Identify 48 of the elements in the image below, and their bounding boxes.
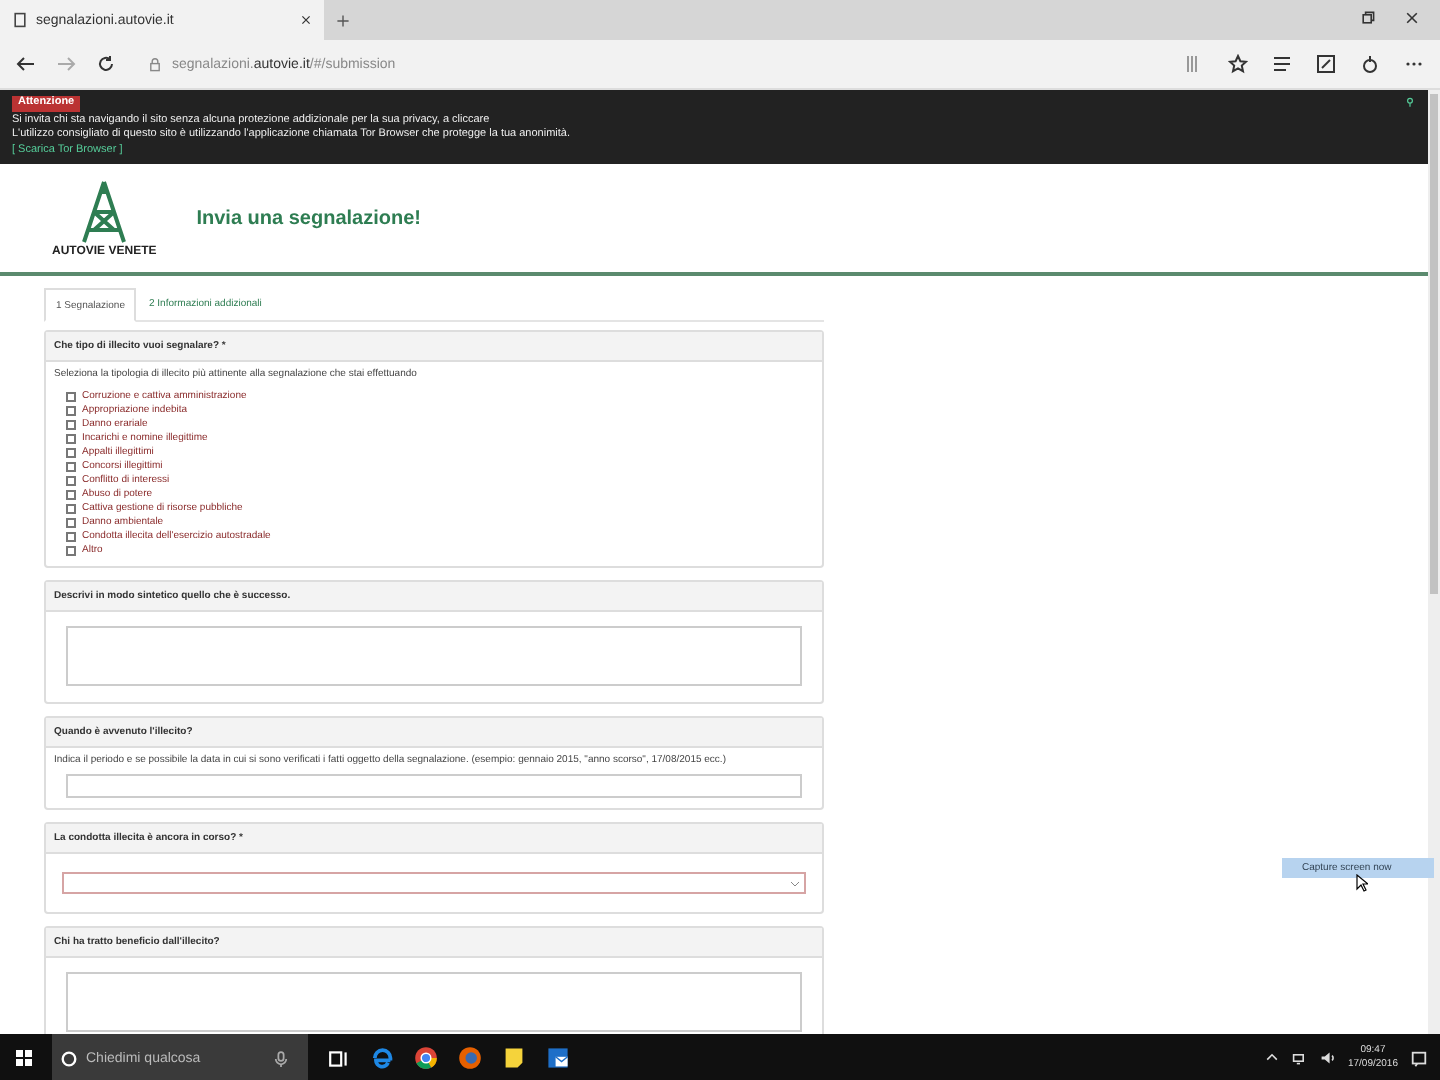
- chevron-up-icon[interactable]: [1263, 1050, 1280, 1066]
- checkbox[interactable]: [66, 489, 76, 499]
- page-title: Invia una segnalazione!: [196, 207, 421, 229]
- page-icon: [12, 12, 28, 28]
- close-icon: [300, 13, 312, 25]
- star-icon[interactable]: [1228, 54, 1248, 74]
- cortana-ring-icon: [60, 1049, 78, 1067]
- pen-note-icon[interactable]: [1316, 54, 1336, 74]
- dropdown-field[interactable]: [62, 872, 806, 894]
- cursor-icon: [1356, 874, 1368, 892]
- checkbox[interactable]: [66, 517, 76, 527]
- checkbox[interactable]: [66, 419, 76, 429]
- speaker-icon[interactable]: [1319, 1050, 1336, 1066]
- input-field[interactable]: [66, 774, 802, 798]
- checkbox[interactable]: [66, 433, 76, 443]
- refresh-icon: [96, 54, 116, 74]
- sticky-notes-icon[interactable]: [502, 1046, 526, 1070]
- refresh-button[interactable]: [96, 54, 116, 74]
- checkbox[interactable]: [66, 531, 76, 541]
- network-icon[interactable]: [1291, 1050, 1308, 1066]
- back-button[interactable]: [16, 54, 36, 74]
- back-arrow-icon: [16, 54, 36, 74]
- chevron-down-icon: [790, 879, 800, 887]
- windows-logo-icon: [14, 1048, 34, 1068]
- edge-browser-icon[interactable]: [370, 1046, 394, 1070]
- restore-button[interactable]: [1360, 10, 1376, 30]
- checkbox[interactable]: [66, 545, 76, 555]
- pylon-logo-icon: [78, 179, 131, 243]
- lock-icon: [148, 57, 162, 71]
- mail-app-icon[interactable]: [546, 1046, 570, 1070]
- task-view-icon[interactable]: [328, 1047, 350, 1069]
- pin-icon[interactable]: [1404, 96, 1416, 108]
- plus-icon: [336, 13, 350, 27]
- close-icon: [1404, 10, 1420, 26]
- checkbox[interactable]: [66, 503, 76, 513]
- restore-icon: [1360, 10, 1376, 26]
- firefox-browser-icon[interactable]: [458, 1046, 482, 1070]
- checkbox[interactable]: [66, 391, 76, 401]
- checkbox[interactable]: [66, 405, 76, 415]
- chrome-browser-icon[interactable]: [414, 1046, 438, 1070]
- checkbox[interactable]: [66, 461, 76, 471]
- close-tab-button[interactable]: [300, 11, 312, 29]
- checkbox[interactable]: [66, 475, 76, 485]
- microphone-icon: [274, 1049, 288, 1067]
- checkbox[interactable]: [66, 447, 76, 457]
- forward-arrow-icon: [56, 54, 76, 74]
- hub-icon[interactable]: [1272, 54, 1292, 74]
- notification-icon[interactable]: [1410, 1049, 1428, 1067]
